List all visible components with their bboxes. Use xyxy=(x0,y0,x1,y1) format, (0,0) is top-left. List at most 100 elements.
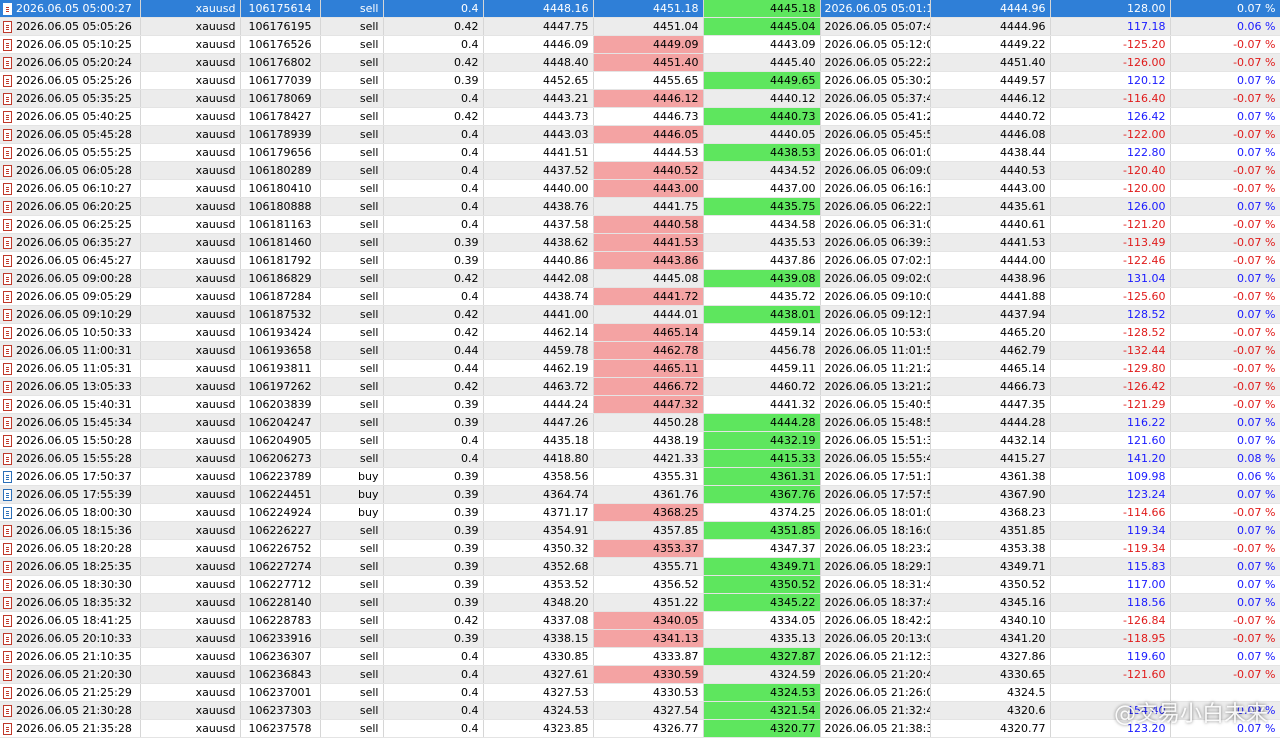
sell-order-icon xyxy=(3,39,12,51)
symbol-cell: xauusd xyxy=(140,503,241,522)
volume-cell: 0.4 xyxy=(383,89,484,108)
table-row[interactable]: 2026.06.05 06:05:28 xauusd 106180289 sell 0.… xyxy=(0,161,1280,180)
table-row[interactable]: 2026.06.05 18:00:30 xauusd 106224924 buy 0.3… xyxy=(0,503,1280,522)
table-row[interactable]: 2026.06.05 05:25:26 xauusd 106177039 sell 0.… xyxy=(0,71,1280,90)
close-price-cell: 4438.96 xyxy=(930,269,1051,288)
table-row[interactable]: 2026.06.05 09:05:29 xauusd 106187284 sell 0.… xyxy=(0,287,1280,306)
close-price-text: 4462.79 xyxy=(1000,344,1046,357)
profit-text: -125.20 xyxy=(1123,38,1166,51)
type-cell: sell xyxy=(320,71,384,90)
open-price-cell: 4443.03 xyxy=(483,125,594,144)
table-row[interactable]: 2026.06.05 21:25:29 xauusd 106237001 sell 0.… xyxy=(0,683,1280,702)
table-row[interactable]: 2026.06.05 05:55:25 xauusd 106179656 sell 0.… xyxy=(0,143,1280,162)
table-row[interactable]: 2026.06.05 18:30:30 xauusd 106227712 sell 0.… xyxy=(0,575,1280,594)
table-row[interactable]: 2026.06.05 20:10:33 xauusd 106233916 sell 0.… xyxy=(0,629,1280,648)
table-row[interactable]: 2026.06.05 15:45:34 xauusd 106204247 sell 0.… xyxy=(0,413,1280,432)
open-time-text: 2026.06.05 13:05:33 xyxy=(16,380,132,393)
type-cell: sell xyxy=(320,215,384,234)
sell-order-icon xyxy=(3,525,12,537)
table-row[interactable]: 2026.06.05 18:25:35 xauusd 106227274 sell 0.… xyxy=(0,557,1280,576)
table-row[interactable]: 2026.06.05 05:10:25 xauusd 106176526 sell 0.… xyxy=(0,35,1280,54)
type-text: sell xyxy=(359,560,379,573)
table-row[interactable]: 2026.06.05 06:35:27 xauusd 106181460 sell 0.… xyxy=(0,233,1280,252)
close-time-cell: 2026.06.05 18:37:44 xyxy=(820,593,931,612)
table-row[interactable]: 2026.06.05 05:45:28 xauusd 106178939 sell 0.… xyxy=(0,125,1280,144)
table-row[interactable]: 2026.06.05 21:35:28 xauusd 106237578 sell 0.… xyxy=(0,719,1280,738)
table-row[interactable]: 2026.06.05 21:10:35 xauusd 106236307 sell 0.… xyxy=(0,647,1280,666)
table-row[interactable]: 2026.06.05 05:40:25 xauusd 106178427 sell 0.… xyxy=(0,107,1280,126)
open-time-cell: 2026.06.05 21:30:28 xyxy=(0,701,141,720)
open-price-text: 4443.03 xyxy=(543,128,589,141)
volume-text: 0.4 xyxy=(461,704,479,717)
open-price-text: 4462.14 xyxy=(543,326,589,339)
table-row[interactable]: 2026.06.05 18:20:28 xauusd 106226752 sell 0.… xyxy=(0,539,1280,558)
open-time-cell: 2026.06.05 21:10:35 xyxy=(0,647,141,666)
close-time-cell: 2026.06.05 06:01:00 xyxy=(820,143,931,162)
table-row[interactable]: 2026.06.05 09:00:28 xauusd 106186829 sell 0.… xyxy=(0,269,1280,288)
ticket-text: 106223789 xyxy=(248,470,312,483)
type-text: sell xyxy=(359,56,379,69)
profit-text: -120.40 xyxy=(1123,164,1166,177)
table-row[interactable]: 2026.06.05 21:20:30 xauusd 106236843 sell 0.… xyxy=(0,665,1280,684)
stop-loss-text: 4444.01 xyxy=(653,308,699,321)
open-time-cell: 2026.06.05 06:25:25 xyxy=(0,215,141,234)
open-time-text: 2026.06.05 10:50:33 xyxy=(16,326,132,339)
table-row[interactable]: 2026.06.05 05:35:25 xauusd 106178069 sell 0.… xyxy=(0,89,1280,108)
ticket-text: 106176802 xyxy=(248,56,312,69)
table-row[interactable]: 2026.06.05 06:20:25 xauusd 106180888 sell 0.… xyxy=(0,197,1280,216)
take-profit-text: 4459.11 xyxy=(770,362,816,375)
open-price-cell: 4358.56 xyxy=(483,467,594,486)
table-row[interactable]: 2026.06.05 15:55:28 xauusd 106206273 sell 0.… xyxy=(0,449,1280,468)
profit-cell: -122.46 xyxy=(1050,251,1171,270)
stop-loss-text: 4465.11 xyxy=(653,362,699,375)
table-row[interactable]: 2026.06.05 11:05:31 xauusd 106193811 sell 0.… xyxy=(0,359,1280,378)
table-row[interactable]: 2026.06.05 05:20:24 xauusd 106176802 sell 0.… xyxy=(0,53,1280,72)
open-time-text: 2026.06.05 21:20:30 xyxy=(16,668,132,681)
table-row[interactable]: 2026.06.05 11:00:31 xauusd 106193658 sell 0.… xyxy=(0,341,1280,360)
table-row[interactable]: 2026.06.05 18:15:36 xauusd 106226227 sell 0.… xyxy=(0,521,1280,540)
table-row[interactable]: 2026.06.05 09:10:29 xauusd 106187532 sell 0.… xyxy=(0,305,1280,324)
table-row[interactable]: 2026.06.05 06:25:25 xauusd 106181163 sell 0.… xyxy=(0,215,1280,234)
table-row[interactable]: 2026.06.05 06:10:27 xauusd 106180410 sell 0.… xyxy=(0,179,1280,198)
profit-percent-text: 0.07 % xyxy=(1237,74,1276,87)
close-time-text: 2026.06.05 21:26:09 xyxy=(824,686,930,699)
table-row[interactable]: 2026.06.05 05:05:26 xauusd 106176195 sell 0.… xyxy=(0,17,1280,36)
profit-percent-cell: 0.07 % xyxy=(1170,107,1280,126)
close-price-text: 4349.71 xyxy=(1000,560,1046,573)
close-time-text: 2026.06.05 18:37:44 xyxy=(824,596,930,609)
profit-percent-text: 0.07 % xyxy=(1237,524,1276,537)
take-profit-cell: 4434.52 xyxy=(703,161,821,180)
table-row[interactable]: 2026.06.05 10:50:33 xauusd 106193424 sell 0.… xyxy=(0,323,1280,342)
symbol-cell: xauusd xyxy=(140,395,241,414)
sell-order-icon xyxy=(3,3,12,15)
take-profit-text: 4361.31 xyxy=(770,470,816,483)
take-profit-cell: 4440.73 xyxy=(703,107,821,126)
profit-cell: 118.56 xyxy=(1050,593,1171,612)
profit-text: -122.00 xyxy=(1123,128,1166,141)
table-row[interactable]: 2026.06.05 05:00:27 xauusd 106175614 sell 0.… xyxy=(0,0,1280,18)
take-profit-text: 4435.53 xyxy=(770,236,816,249)
table-row[interactable]: 2026.06.05 18:35:32 xauusd 106228140 sell 0.… xyxy=(0,593,1280,612)
close-time-text: 2026.06.05 21:38:38 xyxy=(824,722,930,735)
table-row[interactable]: 2026.06.05 17:55:39 xauusd 106224451 buy 0.3… xyxy=(0,485,1280,504)
table-row[interactable]: 2026.06.05 18:41:25 xauusd 106228783 sell 0.… xyxy=(0,611,1280,630)
table-row[interactable]: 2026.06.05 21:30:28 xauusd 106237303 sell 0.… xyxy=(0,701,1280,720)
ticket-text: 106181792 xyxy=(248,254,312,267)
take-profit-cell: 4459.11 xyxy=(703,359,821,378)
volume-cell: 0.44 xyxy=(383,359,484,378)
profit-cell: -120.00 xyxy=(1050,179,1171,198)
sell-order-icon xyxy=(3,561,12,573)
take-profit-cell: 4443.09 xyxy=(703,35,821,54)
ticket-text: 106228140 xyxy=(248,596,312,609)
table-row[interactable]: 2026.06.05 06:45:27 xauusd 106181792 sell 0.… xyxy=(0,251,1280,270)
table-row[interactable]: 2026.06.05 13:05:33 xauusd 106197262 sell 0.… xyxy=(0,377,1280,396)
take-profit-text: 4432.19 xyxy=(770,434,816,447)
open-price-text: 4330.85 xyxy=(543,650,589,663)
table-row[interactable]: 2026.06.05 15:40:31 xauusd 106203839 sell 0.… xyxy=(0,395,1280,414)
table-row[interactable]: 2026.06.05 17:50:37 xauusd 106223789 buy 0.3… xyxy=(0,467,1280,486)
stop-loss-cell: 4465.14 xyxy=(593,323,704,342)
volume-text: 0.39 xyxy=(454,506,479,519)
table-row[interactable]: 2026.06.05 15:50:28 xauusd 106204905 sell 0.… xyxy=(0,431,1280,450)
open-price-cell: 4327.61 xyxy=(483,665,594,684)
profit-percent-cell: -0.07 % xyxy=(1170,611,1280,630)
